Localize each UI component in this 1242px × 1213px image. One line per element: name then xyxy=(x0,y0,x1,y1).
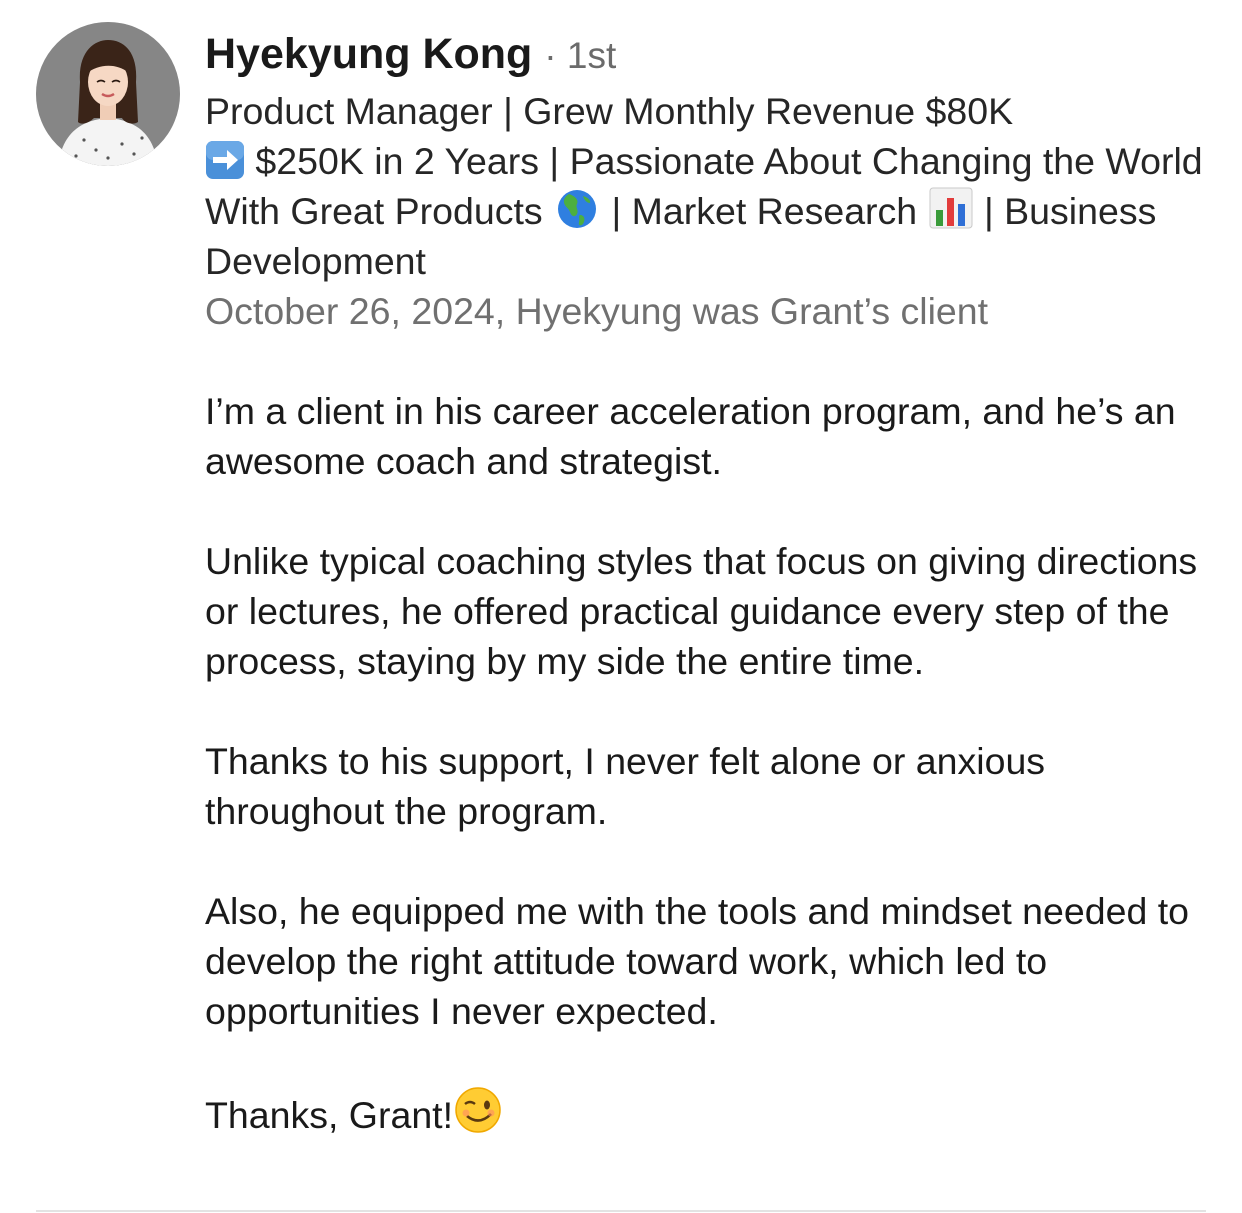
recommendation-meta: October 26, 2024, Hyekyung was Grant’s c… xyxy=(205,290,989,332)
card-divider xyxy=(36,1210,1206,1212)
author-name[interactable]: Hyekyung Kong xyxy=(205,30,532,78)
connection-degree-badge: · 1st xyxy=(544,35,617,76)
profile-photo-icon xyxy=(36,22,180,166)
globe-americas-emoji-icon xyxy=(553,188,601,230)
author-avatar[interactable] xyxy=(36,22,180,166)
recommendation-paragraph-2: Unlike typical coaching styles that focu… xyxy=(205,540,1198,682)
bar-chart-emoji-icon xyxy=(928,186,974,230)
recommendation-body: I’m a client in his career acceleration … xyxy=(205,386,1215,1140)
right-arrow-emoji-icon xyxy=(205,140,245,180)
author-name-row: Hyekyung Kong · 1st xyxy=(205,26,1215,84)
recommendation-closing: Thanks, Grant! xyxy=(205,1094,454,1136)
recommendation-paragraph-1: I’m a client in his career acceleration … xyxy=(205,390,1176,482)
recommendation-paragraph-4: Also, he equipped me with the tools and … xyxy=(205,890,1189,1032)
recommendation-closing-row: Thanks, Grant! xyxy=(205,1086,1215,1140)
headline-part-1: Product Manager | Grew Monthly Revenue $… xyxy=(205,90,1014,132)
recommendation-card: Hyekyung Kong · 1st Product Manager | Gr… xyxy=(205,26,1215,1140)
author-headline: Product Manager | Grew Monthly Revenue $… xyxy=(205,86,1215,286)
winking-face-emoji-icon xyxy=(453,1086,503,1134)
headline-part-3: | Market Research xyxy=(611,190,918,232)
recommendation-paragraph-3: Thanks to his support, I never felt alon… xyxy=(205,740,1046,832)
